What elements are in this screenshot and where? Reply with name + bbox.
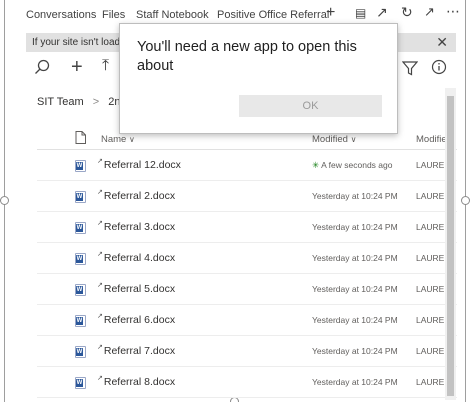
expand-icon[interactable]: ↗ bbox=[376, 4, 388, 21]
tab-files[interactable]: Files bbox=[102, 9, 125, 21]
file-modified-by: LAUREN bbox=[416, 160, 446, 170]
file-modified: Yesterday at 10:24 PM bbox=[312, 253, 398, 263]
word-doc-icon bbox=[75, 284, 86, 296]
resize-handle-left[interactable] bbox=[0, 196, 9, 205]
info-icon[interactable] bbox=[431, 59, 447, 80]
scrollbar[interactable] bbox=[445, 88, 456, 400]
file-modified: ✳ A few seconds ago bbox=[312, 160, 393, 170]
file-name[interactable]: ↗Referral 6.docx bbox=[97, 313, 175, 326]
table-row[interactable]: ↗Referral 2.docx Yesterday at 10:24 PM LAU… bbox=[37, 181, 457, 212]
shared-arrow-icon: ↗ bbox=[97, 313, 103, 320]
shared-arrow-icon: ↗ bbox=[97, 251, 103, 258]
conversation-icon[interactable]: ▤ bbox=[355, 6, 366, 20]
breadcrumb-sit-team[interactable]: SIT Team bbox=[37, 96, 84, 108]
file-modified-by: LAUREN bbox=[416, 377, 446, 387]
word-doc-icon bbox=[75, 377, 86, 389]
breadcrumb-separator: > bbox=[92, 96, 100, 108]
word-doc-icon bbox=[75, 160, 86, 172]
file-modified-by: LAUREN bbox=[416, 346, 446, 356]
close-icon[interactable]: ✕ bbox=[436, 34, 448, 51]
table-row[interactable]: ↗Referral 4.docx Yesterday at 10:24 PM LAU… bbox=[37, 243, 457, 274]
file-name[interactable]: ↗Referral 4.docx bbox=[97, 251, 175, 264]
file-name[interactable]: ↗Referral 3.docx bbox=[97, 220, 175, 233]
column-header-modified[interactable]: Modified ∨ bbox=[312, 134, 356, 145]
word-doc-icon bbox=[75, 315, 86, 327]
word-doc-icon bbox=[75, 253, 86, 265]
file-modified: Yesterday at 10:24 PM bbox=[312, 377, 398, 387]
upload-icon[interactable]: ⤒ bbox=[102, 57, 109, 75]
column-header-modified-by[interactable]: Modifie bbox=[416, 134, 447, 145]
open-app-dialog: You'll need a new app to open this about… bbox=[119, 23, 398, 134]
word-doc-icon bbox=[75, 191, 86, 203]
tab-conversations[interactable]: Conversations bbox=[26, 9, 96, 21]
scrollbar-thumb[interactable] bbox=[447, 96, 454, 396]
tab-staff-notebook[interactable]: Staff Notebook bbox=[136, 9, 209, 21]
shared-arrow-icon: ↗ bbox=[97, 189, 103, 196]
word-doc-icon bbox=[75, 346, 86, 358]
table-row[interactable]: ↗Referral 12.docx ✳A few seconds ago LAURE… bbox=[37, 150, 457, 181]
shared-arrow-icon: ↗ bbox=[97, 158, 103, 165]
table-row[interactable]: ↗Referral 7.docx Yesterday at 10:24 PM LAU… bbox=[37, 336, 457, 367]
search-icon[interactable] bbox=[34, 59, 50, 80]
word-doc-icon bbox=[75, 222, 86, 234]
filter-icon[interactable] bbox=[401, 60, 419, 81]
new-item-icon: ✳ bbox=[312, 160, 320, 170]
table-row[interactable]: ↗Referral 6.docx Yesterday at 10:24 PM LAU… bbox=[37, 305, 457, 336]
shared-arrow-icon: ↗ bbox=[97, 344, 103, 351]
refresh-icon[interactable]: ↻ bbox=[401, 4, 413, 21]
resize-handle-right[interactable] bbox=[461, 196, 470, 205]
file-modified-by: LAUREN bbox=[416, 222, 446, 232]
file-name[interactable]: ↗Referral 8.docx bbox=[97, 375, 175, 388]
add-tab-icon[interactable]: + bbox=[326, 4, 335, 22]
file-modified: Yesterday at 10:24 PM bbox=[312, 191, 398, 201]
shared-arrow-icon: ↗ bbox=[97, 375, 103, 382]
file-name[interactable]: ↗Referral 12.docx bbox=[97, 158, 181, 171]
file-name[interactable]: ↗Referral 7.docx bbox=[97, 344, 175, 357]
file-modified: Yesterday at 10:24 PM bbox=[312, 284, 398, 294]
file-modified-by: LAUREN bbox=[416, 284, 446, 294]
dialog-message: You'll need a new app to open this about bbox=[137, 39, 357, 74]
shared-arrow-icon: ↗ bbox=[97, 220, 103, 227]
column-header-name[interactable]: Name ∨ bbox=[101, 134, 135, 145]
file-modified-by: LAUREN bbox=[416, 315, 446, 325]
shared-arrow-icon: ↗ bbox=[97, 282, 103, 289]
file-modified: Yesterday at 10:24 PM bbox=[312, 346, 398, 356]
table-row[interactable]: ↗Referral 8.docx Yesterday at 10:24 PM LAU… bbox=[37, 367, 457, 398]
file-modified: Yesterday at 10:24 PM bbox=[312, 222, 398, 232]
file-modified-by: LAUREN bbox=[416, 253, 446, 263]
file-name[interactable]: ↗Referral 2.docx bbox=[97, 189, 175, 202]
new-icon[interactable]: + bbox=[71, 56, 83, 79]
tab-positive-office-referral[interactable]: Positive Office Referral bbox=[217, 9, 329, 21]
table-row[interactable]: ↗Referral 5.docx Yesterday at 10:24 PM LAU… bbox=[37, 274, 457, 305]
file-type-icon[interactable] bbox=[75, 131, 86, 147]
ok-button[interactable]: OK bbox=[239, 95, 382, 117]
file-modified-by: LAUREN bbox=[416, 191, 446, 201]
file-modified: Yesterday at 10:24 PM bbox=[312, 315, 398, 325]
open-external-icon[interactable]: ↗ bbox=[424, 4, 435, 20]
file-name[interactable]: ↗Referral 5.docx bbox=[97, 282, 175, 295]
more-options-icon[interactable]: ⋯ bbox=[446, 3, 460, 20]
table-row[interactable]: ↗Referral 3.docx Yesterday at 10:24 PM LAU… bbox=[37, 212, 457, 243]
